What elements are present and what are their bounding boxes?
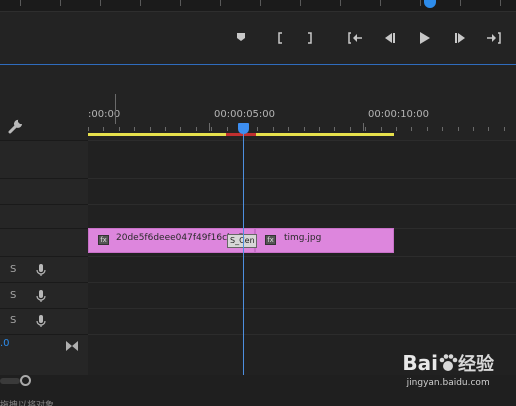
zoom-scrollbar-track[interactable] xyxy=(0,378,20,384)
ruler-tick xyxy=(103,127,104,131)
ruler-tick xyxy=(288,127,289,131)
voiceover-record-button[interactable] xyxy=(36,313,46,332)
mark-in-icon xyxy=(278,32,282,44)
ruler-tick xyxy=(227,127,228,131)
watermark-logo: Bai 经验 xyxy=(402,351,494,375)
mark-out-button[interactable] xyxy=(298,30,322,48)
mark-in-button[interactable] xyxy=(268,30,292,48)
track-v3[interactable] xyxy=(88,140,516,178)
ruler-tick xyxy=(365,127,366,131)
ruler-tick xyxy=(134,127,135,131)
zoom-scrollbar-handle[interactable] xyxy=(20,375,31,386)
voiceover-record-button[interactable] xyxy=(36,288,46,307)
microphone-icon xyxy=(36,315,46,327)
program-monitor xyxy=(0,0,516,65)
ruler-tick xyxy=(150,127,151,131)
step-forward-button[interactable] xyxy=(448,30,472,48)
go-to-in-button[interactable] xyxy=(343,30,367,48)
ruler-tick xyxy=(257,127,258,131)
watermark-url: jingyan.baidu.com xyxy=(406,378,490,388)
solo-button-a1[interactable]: S xyxy=(10,264,16,275)
master-volume-value[interactable]: .0 xyxy=(0,338,10,349)
ruler-tick xyxy=(319,127,320,131)
monitor-mini-ruler[interactable] xyxy=(0,0,516,12)
mark-out-icon xyxy=(308,32,312,44)
fx-badge: fx xyxy=(98,235,109,245)
step-back-icon xyxy=(385,33,395,43)
add-marker-icon xyxy=(237,33,245,41)
ruler-tick xyxy=(350,127,351,131)
ruler-label: 00:00:10:00 xyxy=(368,109,430,120)
ruler-tick xyxy=(442,127,443,131)
track-header-v1[interactable] xyxy=(0,228,88,256)
ruler-tick xyxy=(273,127,274,131)
track-v2[interactable] xyxy=(88,178,516,204)
fx-badge: fx xyxy=(265,235,276,245)
status-text: 拖拽以将对象 xyxy=(0,401,55,406)
voiceover-record-button[interactable] xyxy=(36,262,46,281)
track-a3[interactable] xyxy=(88,308,516,334)
go-to-in-icon xyxy=(348,32,362,44)
monitor-playhead[interactable] xyxy=(424,0,436,8)
track-v1-upper[interactable] xyxy=(88,204,516,228)
wrench-icon xyxy=(8,119,22,134)
solo-button-a2[interactable]: S xyxy=(10,290,16,301)
add-marker-button[interactable] xyxy=(229,30,253,48)
ruler-tick xyxy=(119,127,120,131)
track-header-v3[interactable] xyxy=(0,140,88,178)
ruler-tick xyxy=(458,127,459,131)
microphone-icon xyxy=(36,264,46,276)
time-ruler[interactable]: :00:00 00:00:05:00 00:00:10:00 xyxy=(88,65,516,140)
ruler-tick xyxy=(88,127,89,131)
step-forward-icon xyxy=(455,33,465,43)
ruler-label: 00:00:05:00 xyxy=(214,109,276,120)
clip-name: 20de5f6deee047f49f16cbe5 xyxy=(116,233,244,243)
ruler-tick xyxy=(504,127,505,131)
clip-name: timg.jpg xyxy=(284,233,322,243)
paw-icon xyxy=(439,354,458,371)
go-to-out-button[interactable] xyxy=(482,30,506,48)
watermark: Bai 经验 jingyan.baidu.com xyxy=(402,350,494,388)
ruler-tick xyxy=(304,127,305,131)
play-button[interactable] xyxy=(413,30,437,48)
bowtie-icon xyxy=(66,341,78,351)
ruler-tick xyxy=(488,127,489,131)
playhead-line[interactable] xyxy=(243,133,244,375)
ruler-tick xyxy=(334,127,335,131)
solo-button-a3[interactable]: S xyxy=(10,315,16,326)
ruler-tick xyxy=(473,127,474,131)
ruler-tick xyxy=(396,127,397,131)
master-pan-button[interactable] xyxy=(66,336,78,355)
track-header-v1-upper[interactable] xyxy=(0,204,88,228)
ruler-tick xyxy=(165,127,166,131)
ruler-tick xyxy=(381,127,382,131)
video-clip[interactable]: fx timg.jpg xyxy=(255,228,394,253)
microphone-icon xyxy=(36,290,46,302)
track-header-v2[interactable] xyxy=(0,178,88,204)
ruler-tick xyxy=(196,127,197,131)
play-icon xyxy=(420,32,430,44)
track-a1[interactable] xyxy=(88,256,516,282)
ruler-tick xyxy=(180,127,181,131)
transition-effect[interactable]: S_Cen xyxy=(227,234,257,248)
go-to-out-icon xyxy=(487,32,501,44)
ruler-tick xyxy=(411,127,412,131)
step-back-button[interactable] xyxy=(378,30,402,48)
ruler-tick xyxy=(427,127,428,131)
track-a2[interactable] xyxy=(88,282,516,308)
ruler-tick xyxy=(211,127,212,131)
timeline-settings-button[interactable] xyxy=(8,118,24,138)
